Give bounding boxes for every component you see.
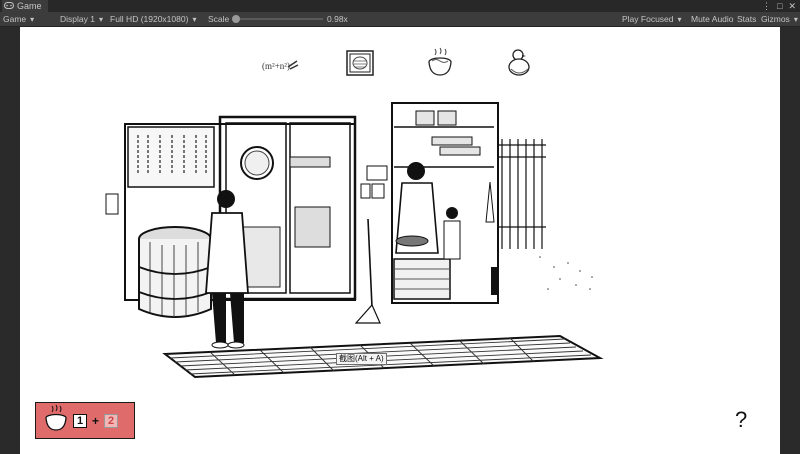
street-scene-illustration [105, 102, 604, 379]
game-viewport[interactable]: (m²+n²) 截图(Alt + A) 1 + 2 ? [20, 27, 780, 454]
viewport-border-left [0, 27, 20, 454]
game-toolbar: Game Display 1 Full HD (1920x1080) Scale… [0, 12, 800, 27]
game-tab[interactable]: Game [2, 0, 48, 12]
view-dropdown[interactable]: Game [3, 12, 34, 27]
screenshot-tooltip: 截图(Alt + A) [336, 353, 387, 365]
noodle-bowl-icon [44, 404, 68, 437]
close-icon[interactable]: ✕ [788, 0, 796, 12]
scale-slider-thumb[interactable] [232, 15, 240, 23]
viewport-border-right [780, 27, 800, 454]
display-dropdown[interactable]: Display 1 [60, 12, 103, 27]
stats-toggle[interactable]: Stats [737, 12, 756, 26]
maximize-icon[interactable]: □ [777, 0, 782, 12]
game-tab-label: Game [17, 1, 42, 11]
recipe-count-first: 1 [73, 413, 87, 428]
play-mode-dropdown[interactable]: Play Focused [622, 12, 682, 27]
more-options-icon[interactable]: ⋮ [762, 0, 771, 12]
gizmos-dropdown[interactable]: Gizmos [761, 12, 798, 27]
editor-titlebar: Game ⋮ □ ✕ [0, 0, 800, 12]
help-button[interactable]: ? [735, 407, 747, 433]
scale-slider-track[interactable] [235, 18, 323, 20]
resolution-dropdown[interactable]: Full HD (1920x1080) [110, 12, 196, 27]
recipe-plus: + [92, 413, 100, 428]
gamepad-icon [4, 0, 14, 12]
recipe-panel[interactable]: 1 + 2 [35, 402, 135, 439]
recipe-count-second: 2 [104, 413, 119, 428]
scale-value: 0.98x [327, 14, 348, 24]
mute-audio-toggle[interactable]: Mute Audio [691, 12, 734, 26]
scale-label: Scale [208, 14, 230, 24]
